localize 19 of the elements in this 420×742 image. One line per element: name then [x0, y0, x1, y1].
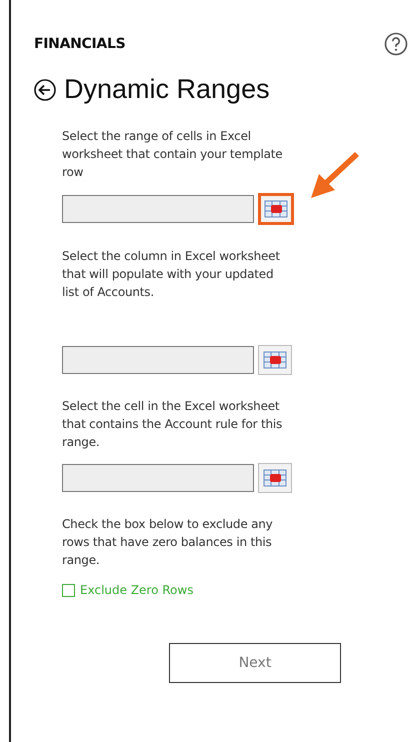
back-icon[interactable] — [34, 78, 56, 100]
exclude-checkbox[interactable]: Exclude Zero Rows — [62, 583, 194, 597]
instruction-text: Select the column in Excel worksheet that will populate with your updated list of Accounts. — [62, 248, 281, 301]
page-title: Dynamic Ranges — [64, 74, 270, 105]
help-icon[interactable] — [384, 32, 408, 56]
range-field[interactable] — [62, 346, 254, 374]
range-select-icon — [264, 199, 288, 219]
instruction-text: Select the cell in the Excel worksheet that contains the Account rule for this range. — [62, 398, 284, 451]
range-select-button[interactable] — [258, 193, 294, 225]
section-label: FINANCIALS — [34, 36, 126, 52]
instruction-text: Select the range of cells in Excel worksheet that contain your template row — [62, 128, 284, 181]
instruction-text: Check the box below to exclude any rows that have zero balances in this range. — [62, 516, 274, 569]
next-button[interactable]: Next — [169, 643, 341, 683]
range-select-button[interactable] — [258, 463, 292, 493]
range-select-button[interactable] — [258, 345, 292, 375]
range-field[interactable] — [62, 464, 254, 492]
range-select-icon — [263, 468, 287, 488]
range-select-icon — [263, 350, 287, 370]
range-field[interactable] — [62, 195, 254, 223]
